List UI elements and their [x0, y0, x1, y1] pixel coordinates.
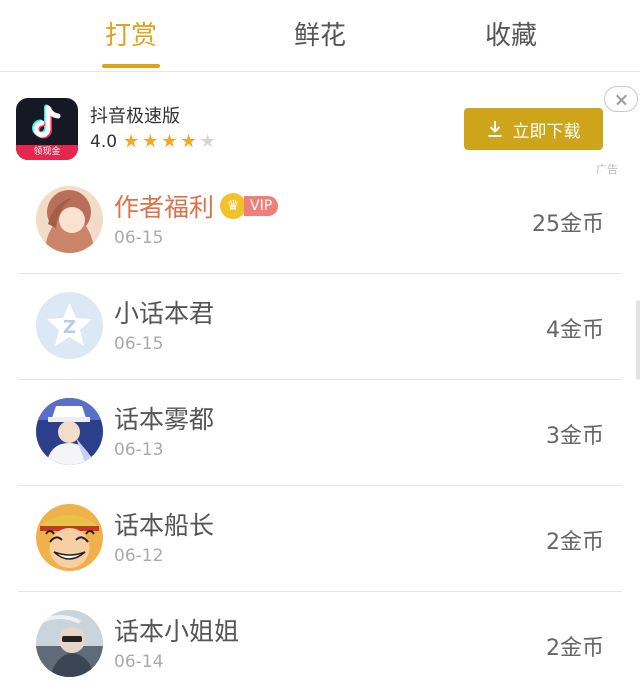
- reward-date: 06-14: [114, 652, 164, 672]
- user-name: 作者福利 ♛ VIP: [114, 188, 279, 224]
- list-item[interactable]: 话本雾都 06-13 3金币: [18, 380, 622, 486]
- download-button[interactable]: 立即下载: [464, 108, 603, 150]
- avatar[interactable]: [36, 610, 103, 677]
- coin-amount: 2金币: [546, 636, 604, 661]
- douyin-app-icon[interactable]: 领现金: [16, 98, 78, 160]
- coin-amount: 3金币: [546, 424, 604, 449]
- reward-date: 06-13: [114, 440, 164, 460]
- tab-flowers[interactable]: 鲜花: [287, 18, 353, 58]
- tab-favorites[interactable]: 收藏: [478, 18, 544, 58]
- coin-amount: 4金币: [546, 318, 604, 343]
- avatar[interactable]: [36, 398, 103, 465]
- ad-close-button[interactable]: [604, 86, 638, 112]
- download-label: 立即下载: [512, 121, 581, 142]
- download-icon: [488, 121, 501, 137]
- avatar[interactable]: Z: [36, 292, 103, 359]
- coin-amount: 2金币: [546, 530, 604, 555]
- star-icon: ★: [123, 131, 140, 152]
- ad-rating: 4.0 ★ ★ ★ ★ ★: [90, 132, 219, 152]
- user-name: 话本船长: [114, 511, 215, 540]
- vip-badge: VIP: [244, 196, 279, 216]
- reward-date: 06-15: [114, 334, 164, 354]
- list-item[interactable]: 话本小姐姐 06-14 2金币: [18, 592, 622, 692]
- reward-date: 06-15: [114, 228, 164, 248]
- ad-app-name: 抖音极速版: [90, 106, 180, 127]
- user-name-text: 作者福利: [114, 193, 215, 222]
- svg-text:Z: Z: [63, 317, 76, 338]
- list-item[interactable]: 作者福利 ♛ VIP 06-15 25金币: [18, 168, 622, 274]
- icon-tag: 领现金: [16, 145, 78, 160]
- rating-value: 4.0: [90, 132, 118, 152]
- tab-bar: 打赏 鲜花 收藏: [0, 0, 640, 72]
- star-empty-icon: ★: [199, 131, 216, 152]
- star-icon: ★: [161, 131, 178, 152]
- star-icon: ★: [142, 131, 159, 152]
- active-tab-indicator: [102, 64, 160, 68]
- avatar[interactable]: [36, 504, 103, 571]
- list-item[interactable]: Z 小话本君 06-15 4金币: [18, 274, 622, 380]
- star-icon: ★: [180, 131, 197, 152]
- user-name: 话本小姐姐: [114, 617, 240, 646]
- tab-reward[interactable]: 打赏: [98, 18, 164, 58]
- scrollbar[interactable]: [636, 300, 640, 380]
- crown-icon: ♛: [220, 193, 247, 219]
- user-name: 话本雾都: [114, 405, 215, 434]
- user-name: 小话本君: [114, 299, 215, 328]
- list-item[interactable]: 话本船长 06-12 2金币: [18, 486, 622, 592]
- reward-date: 06-12: [114, 546, 164, 566]
- avatar[interactable]: [36, 186, 103, 253]
- coin-amount: 25金币: [532, 212, 604, 237]
